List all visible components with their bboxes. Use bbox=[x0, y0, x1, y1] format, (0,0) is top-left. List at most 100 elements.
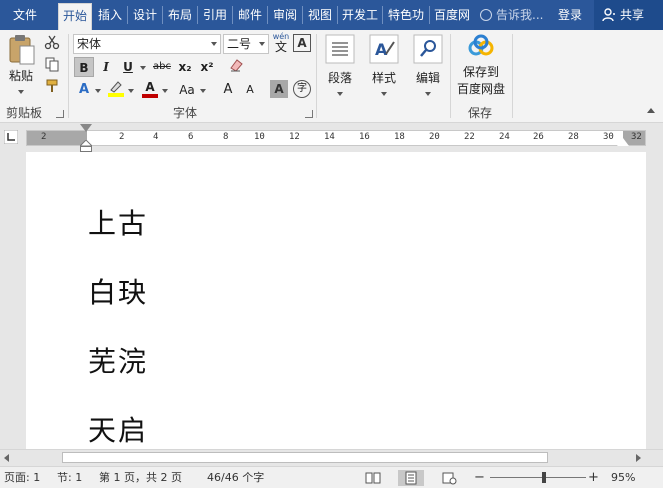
horizontal-scroll-thumb[interactable] bbox=[62, 452, 548, 463]
phonetic-guide-button[interactable]: wén 文 bbox=[272, 32, 290, 56]
read-mode-button[interactable] bbox=[360, 470, 386, 486]
document-line[interactable]: 白玦 bbox=[88, 271, 148, 311]
zoom-out-button[interactable]: − bbox=[474, 467, 485, 488]
lightbulb-icon bbox=[480, 9, 492, 21]
tab-mailings[interactable]: 邮件 bbox=[234, 0, 266, 30]
document-page[interactable]: 上古 白玦 芜浣 天启 bbox=[26, 152, 646, 449]
bold-button[interactable]: B bbox=[74, 57, 94, 77]
share-button[interactable]: 共享 bbox=[594, 0, 663, 30]
status-page[interactable]: 页面: 1 bbox=[4, 467, 40, 488]
shrink-font-button[interactable]: A bbox=[240, 80, 260, 100]
font-color-button[interactable]: A bbox=[140, 79, 160, 99]
document-line[interactable]: 上古 bbox=[88, 202, 148, 242]
ruler-label: 10 bbox=[254, 132, 265, 142]
tab-separator bbox=[232, 6, 233, 24]
status-section[interactable]: 节: 1 bbox=[57, 467, 82, 488]
tab-separator bbox=[162, 6, 163, 24]
group-separator bbox=[316, 34, 317, 118]
character-shading-button[interactable]: A bbox=[270, 80, 288, 98]
text-effects-dropdown-icon[interactable] bbox=[95, 89, 101, 93]
grow-font-button[interactable]: A bbox=[218, 80, 238, 100]
tab-separator bbox=[337, 6, 338, 24]
print-layout-button[interactable] bbox=[398, 470, 424, 486]
tab-design[interactable]: 设计 bbox=[129, 0, 161, 30]
font-color-dropdown-icon[interactable] bbox=[162, 89, 168, 93]
ruler-label: 16 bbox=[359, 132, 370, 142]
tab-file[interactable]: 文件 bbox=[4, 0, 46, 30]
tab-baidu-netdisk[interactable]: 百度网 bbox=[431, 0, 473, 30]
tell-me-text: 告诉我... bbox=[496, 8, 544, 22]
clear-formatting-button[interactable] bbox=[226, 57, 246, 77]
highlight-button[interactable] bbox=[106, 79, 126, 99]
font-launcher-icon[interactable] bbox=[305, 110, 313, 118]
zoom-in-button[interactable]: + bbox=[588, 467, 599, 488]
horizontal-scrollbar[interactable] bbox=[0, 449, 663, 465]
vertical-scrollbar[interactable] bbox=[652, 152, 663, 449]
tell-me-box[interactable]: 告诉我... bbox=[480, 0, 543, 30]
font-size-combo[interactable]: 二号 bbox=[223, 34, 269, 54]
document-line[interactable]: 天启 bbox=[88, 409, 148, 449]
right-indent-marker[interactable] bbox=[617, 138, 629, 146]
editing-button[interactable]: 编辑 bbox=[410, 34, 446, 100]
tab-special-features[interactable]: 特色功 bbox=[384, 0, 428, 30]
ruler-label: 2 bbox=[119, 132, 125, 142]
enclose-characters-button[interactable]: 字 bbox=[293, 80, 311, 98]
paste-button[interactable]: 粘贴 bbox=[4, 34, 38, 98]
change-case-dropdown-icon[interactable] bbox=[200, 89, 206, 93]
ruler-label: 14 bbox=[324, 132, 335, 142]
zoom-slider-thumb[interactable] bbox=[542, 472, 546, 483]
underline-button[interactable]: U bbox=[118, 57, 138, 77]
editing-label: 编辑 bbox=[415, 71, 440, 85]
web-layout-button[interactable] bbox=[436, 470, 462, 486]
login-button[interactable]: 登录 bbox=[558, 0, 582, 30]
status-word-count[interactable]: 46/46 个字 bbox=[207, 467, 264, 488]
tab-developer[interactable]: 开发工 bbox=[339, 0, 381, 30]
clipboard-launcher-icon[interactable] bbox=[56, 110, 64, 118]
highlighter-icon bbox=[108, 81, 124, 97]
status-page-of[interactable]: 第 1 页，共 2 页 bbox=[99, 467, 182, 488]
zoom-level[interactable]: 95% bbox=[611, 467, 635, 488]
text-effects-button[interactable]: A bbox=[74, 80, 94, 100]
font-group-label: 字体 bbox=[172, 106, 197, 120]
svg-text:A: A bbox=[375, 40, 388, 59]
zoom-slider-track[interactable] bbox=[490, 477, 586, 478]
copy-button[interactable] bbox=[42, 56, 62, 76]
hanging-indent-marker[interactable] bbox=[80, 140, 92, 152]
format-painter-button[interactable] bbox=[42, 78, 62, 98]
ruler-label: 6 bbox=[188, 132, 194, 142]
superscript-button[interactable]: x² bbox=[197, 57, 217, 77]
ruler-label: 22 bbox=[464, 132, 475, 142]
underline-dropdown-icon[interactable] bbox=[140, 66, 146, 70]
strikethrough-button[interactable]: abc bbox=[150, 57, 174, 77]
paragraph-button[interactable]: 段落 bbox=[322, 34, 358, 100]
font-size-value: 二号 bbox=[227, 37, 252, 51]
save-to-baidu-button[interactable]: 保存到 百度网盘 bbox=[454, 34, 508, 100]
clipboard-group-label: 剪贴板 bbox=[5, 106, 42, 120]
collapse-ribbon-icon[interactable] bbox=[647, 108, 655, 113]
tab-insert[interactable]: 插入 bbox=[94, 0, 126, 30]
italic-button[interactable]: I bbox=[96, 57, 116, 77]
first-line-indent-marker[interactable] bbox=[80, 124, 92, 132]
book-icon bbox=[365, 472, 381, 484]
document-line[interactable]: 芜浣 bbox=[88, 340, 148, 380]
tab-selector-icon[interactable] bbox=[4, 130, 18, 144]
styles-icon: A bbox=[369, 34, 399, 64]
highlight-dropdown-icon[interactable] bbox=[128, 89, 134, 93]
horizontal-ruler[interactable]: 2 2 4 6 8 10 12 14 16 18 20 22 24 26 28 … bbox=[26, 130, 646, 146]
scroll-right-icon[interactable] bbox=[636, 454, 641, 462]
styles-button[interactable]: A 样式 bbox=[366, 34, 402, 100]
tab-layout[interactable]: 布局 bbox=[164, 0, 196, 30]
font-name-combo[interactable]: 宋体 bbox=[73, 34, 221, 54]
chevron-down-icon bbox=[259, 42, 265, 46]
character-border-button[interactable]: A bbox=[293, 34, 311, 52]
tab-separator bbox=[382, 6, 383, 24]
tab-view[interactable]: 视图 bbox=[304, 0, 336, 30]
tab-review[interactable]: 审阅 bbox=[269, 0, 301, 30]
tab-references[interactable]: 引用 bbox=[199, 0, 231, 30]
tab-home[interactable]: 开始 bbox=[58, 3, 92, 30]
cut-button[interactable] bbox=[42, 34, 62, 54]
phonetic-char-label: 文 bbox=[274, 40, 287, 54]
change-case-button[interactable]: Aa bbox=[175, 80, 199, 100]
subscript-button[interactable]: x₂ bbox=[175, 57, 195, 77]
scroll-left-icon[interactable] bbox=[4, 454, 9, 462]
